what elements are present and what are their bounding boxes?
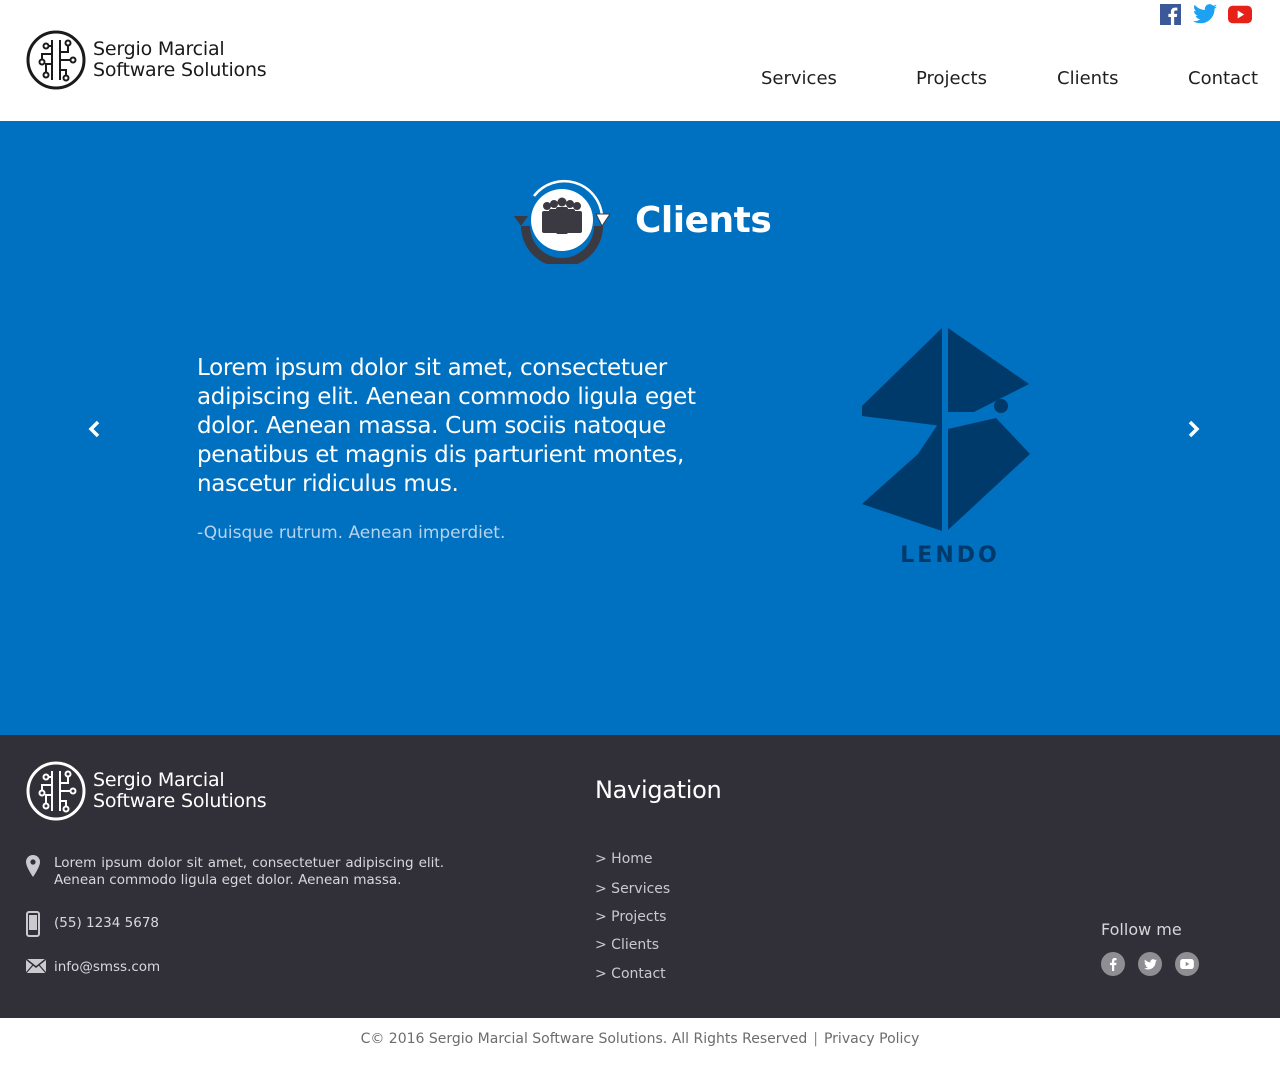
footer-brand-line1: Sergio Marcial [93,769,225,791]
footer-nav-contact[interactable]: > Contact [595,966,666,982]
section-heading: Clients [514,176,772,264]
nav-clients[interactable]: Clients [1057,68,1119,89]
privacy-policy-link[interactable]: Privacy Policy [824,1031,919,1047]
carousel-next-button[interactable] [1183,417,1203,441]
site-header: Sergio Marcial Software Solutions Servic… [0,0,1280,121]
footer-brand-line2: Software Solutions [93,790,267,812]
brand-line1: Sergio Marcial [93,38,225,60]
address-text: Lorem ipsum dolor sit amet, consectetuer… [54,855,444,888]
follow-label: Follow me [1101,920,1182,939]
chevron-right-icon [1188,420,1200,438]
youtube-icon[interactable] [1175,952,1199,976]
footer-social-links [1101,952,1199,976]
phone-text: (55) 1234 5678 [54,915,160,931]
footer-brand-logo[interactable]: Sergio Marcial Software Solutions [26,761,267,821]
section-title: Clients [635,199,772,241]
footer-nav-services[interactable]: > Services [595,881,670,897]
footer-nav-home[interactable]: > Home [595,851,653,867]
carousel-prev-button[interactable] [85,417,105,441]
location-pin-icon [26,855,54,877]
footer-phone: (55) 1234 5678 [26,911,444,937]
copyright-separator: | [813,1031,818,1047]
facebook-icon[interactable] [1101,952,1125,976]
footer-nav-title: Navigation [595,776,722,804]
client-logo: LENDO [858,326,1038,568]
footer-address: Lorem ipsum dolor sit amet, consectetuer… [26,855,444,889]
site-footer: Sergio Marcial Software Solutions Lorem … [0,735,1280,1018]
nav-contact[interactable]: Contact [1188,68,1258,89]
chevron-left-icon [88,420,100,438]
footer-brand-name: Sergio Marcial Software Solutions [93,770,267,812]
twitter-icon[interactable] [1138,952,1162,976]
copyright-text: C© 2016 Sergio Marcial Software Solution… [360,1031,808,1047]
circuit-logo-icon [26,761,86,821]
footer-nav-projects[interactable]: > Projects [595,909,666,925]
facebook-icon[interactable] [1158,3,1182,25]
header-social-links [1158,3,1252,25]
main-nav: Services Projects Clients Contact [0,68,1280,92]
testimonial-author: -Quisque rutrum. Aenean imperdiet. [197,523,506,543]
phone-icon [26,911,54,937]
clients-team-icon [514,179,610,264]
nav-services[interactable]: Services [761,68,837,89]
email-link[interactable]: info@smss.com [54,959,444,976]
clients-section: Clients Lorem ipsum dolor sit amet, cons… [0,121,1280,735]
copyright-bar: C© 2016 Sergio Marcial Software Solution… [0,1031,1280,1047]
client-logo-text: LENDO [900,543,999,568]
mail-icon [26,959,54,973]
footer-email: info@smss.com [26,959,444,976]
footer-nav-clients[interactable]: > Clients [595,937,659,953]
testimonial-quote: Lorem ipsum dolor sit amet, consectetuer… [197,355,696,497]
nav-projects[interactable]: Projects [916,68,987,89]
youtube-icon[interactable] [1228,3,1252,25]
twitter-icon[interactable] [1193,3,1217,25]
